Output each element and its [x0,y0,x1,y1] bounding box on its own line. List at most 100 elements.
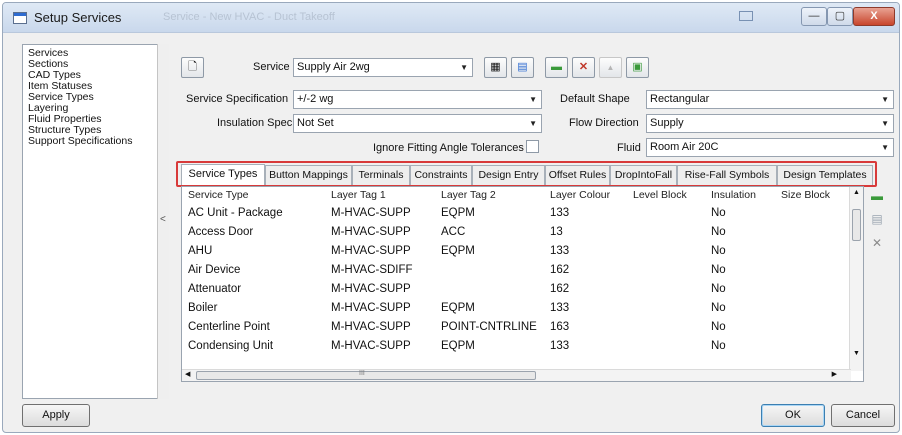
table-cell[interactable]: AC Unit - Package [188,207,283,219]
service-specification-label: Service Specification [186,93,289,105]
table-cell[interactable]: Condensing Unit [188,340,273,352]
properties-icon: ▦ [490,61,501,73]
delete-service-button[interactable]: ✕ [572,57,595,78]
table-cell[interactable]: 163 [550,321,569,333]
table-cell[interactable]: 133 [550,302,569,314]
table-cell[interactable]: No [711,207,726,219]
chevron-down-icon: ▼ [881,143,889,152]
default-shape-value: Rectangular [650,93,710,105]
fluid-dropdown[interactable]: Room Air 20C ▼ [646,138,894,157]
table-cell[interactable]: EQPM [441,340,475,352]
close-button[interactable]: X [853,7,895,26]
service-specification-dropdown[interactable]: +/-2 wg ▼ [293,90,542,109]
table-cell[interactable]: ACC [441,226,465,238]
chevron-down-icon: ▼ [881,119,889,128]
maximize-button[interactable]: ▢ [827,7,853,26]
column-header-size-block[interactable]: Size Block [781,189,830,201]
scroll-grip-icon: III [359,370,365,377]
chevron-down-icon: ▼ [881,95,889,104]
scroll-up-icon[interactable]: ▲ [853,189,860,196]
cancel-button[interactable]: Cancel [831,404,895,427]
ignore-fitting-angle-checkbox[interactable] [526,140,539,153]
column-header-layer-colour[interactable]: Layer Colour [550,189,610,201]
table-cell[interactable]: M-HVAC-SUPP [331,302,411,314]
snap-layout-icon[interactable] [733,7,759,26]
vertical-scroll-thumb[interactable] [852,209,861,241]
service-types-grid: Service Type Layer Tag 1 Layer Tag 2 Lay… [181,186,864,382]
table-cell[interactable]: EQPM [441,302,475,314]
column-header-layer-tag-2[interactable]: Layer Tag 2 [441,189,496,201]
table-cell[interactable]: No [711,245,726,257]
table-cell[interactable]: Air Device [188,264,240,276]
table-cell[interactable]: EQPM [441,245,475,257]
insulation-spec-dropdown[interactable]: Not Set ▼ [293,114,542,133]
window-title: Setup Services [34,10,122,25]
table-cell[interactable]: Centerline Point [188,321,270,333]
table-cell[interactable]: No [711,283,726,295]
add-row-icon[interactable]: ▬ [869,189,885,203]
vertical-scrollbar[interactable]: ▲ ▼ [849,187,863,371]
flow-direction-label: Flow Direction [569,117,639,129]
table-cell[interactable]: M-HVAC-SUPP [331,207,411,219]
column-header-level-block[interactable]: Level Block [633,189,687,201]
table-cell[interactable]: 133 [550,340,569,352]
background-window-title: Service - New HVAC - Duct Takeoff [163,11,335,23]
table-cell[interactable]: No [711,321,726,333]
scroll-right-icon[interactable]: ▶ [832,370,837,378]
service-dropdown[interactable]: Supply Air 2wg ▼ [293,58,473,77]
save-service-button[interactable]: ▣ [626,57,649,78]
column-header-service-type[interactable]: Service Type [188,189,249,201]
table-cell[interactable]: M-HVAC-SUPP [331,283,411,295]
apply-button[interactable]: Apply [22,404,90,427]
table-cell[interactable]: 133 [550,245,569,257]
horizontal-scrollbar[interactable]: ◀ III ▶ [182,369,851,381]
insulation-spec-label: Insulation Spec [217,117,293,129]
table-cell[interactable]: 13 [550,226,563,238]
collapse-chevron-icon[interactable]: < [160,214,166,225]
column-header-layer-tag-1[interactable]: Layer Tag 1 [331,189,386,201]
table-cell[interactable]: 162 [550,264,569,276]
table-cell[interactable]: Attenuator [188,283,241,295]
table-cell[interactable]: M-HVAC-SUPP [331,321,411,333]
chevron-down-icon: ▼ [529,95,537,104]
table-cell[interactable]: No [711,302,726,314]
scroll-down-icon[interactable]: ▼ [853,350,860,357]
table-cell[interactable]: 133 [550,207,569,219]
edit-row-icon[interactable]: ▤ [869,212,885,226]
panel-splitter[interactable]: < [157,44,169,399]
table-cell[interactable]: 162 [550,283,569,295]
move-up-button[interactable]: ▲ [599,57,622,78]
edit-service-button[interactable]: ▤ [511,57,534,78]
app-icon [13,12,27,24]
horizontal-scroll-thumb[interactable]: III [196,370,536,380]
scroll-left-icon[interactable]: ◀ [185,370,190,378]
delete-row-icon[interactable]: ✕ [869,236,885,250]
table-cell[interactable]: No [711,264,726,276]
table-cell[interactable]: AHU [188,245,212,257]
setup-services-window: Setup Services Service - New HVAC - Duct… [2,2,900,433]
table-cell[interactable]: M-HVAC-SUPP [331,340,411,352]
ok-button[interactable]: OK [761,404,825,427]
table-cell[interactable]: Boiler [188,302,217,314]
service-properties-button[interactable]: ▦ [484,57,507,78]
minimize-button[interactable]: — [801,7,827,26]
column-header-insulation[interactable]: Insulation [711,189,756,201]
table-cell[interactable]: EQPM [441,207,475,219]
insulation-spec-value: Not Set [297,117,334,129]
document-icon: 🗋 [188,61,197,73]
add-icon: ▬ [551,61,562,73]
table-cell[interactable]: No [711,340,726,352]
flow-direction-dropdown[interactable]: Supply ▼ [646,114,894,133]
edit-icon: ▤ [517,61,528,73]
add-service-button[interactable]: ▬ [545,57,568,78]
table-cell[interactable]: POINT-CNTRLINE [441,321,537,333]
table-cell[interactable]: M-HVAC-SUPP [331,226,411,238]
preview-button[interactable]: 🗋 [181,57,204,78]
table-cell[interactable]: M-HVAC-SUPP [331,245,411,257]
table-cell[interactable]: Access Door [188,226,253,238]
fluid-label: Fluid [617,142,641,154]
table-cell[interactable]: No [711,226,726,238]
nav-item-support-specifications[interactable]: Support Specifications [28,136,132,147]
table-cell[interactable]: M-HVAC-SDIFF [331,264,413,276]
default-shape-dropdown[interactable]: Rectangular ▼ [646,90,894,109]
